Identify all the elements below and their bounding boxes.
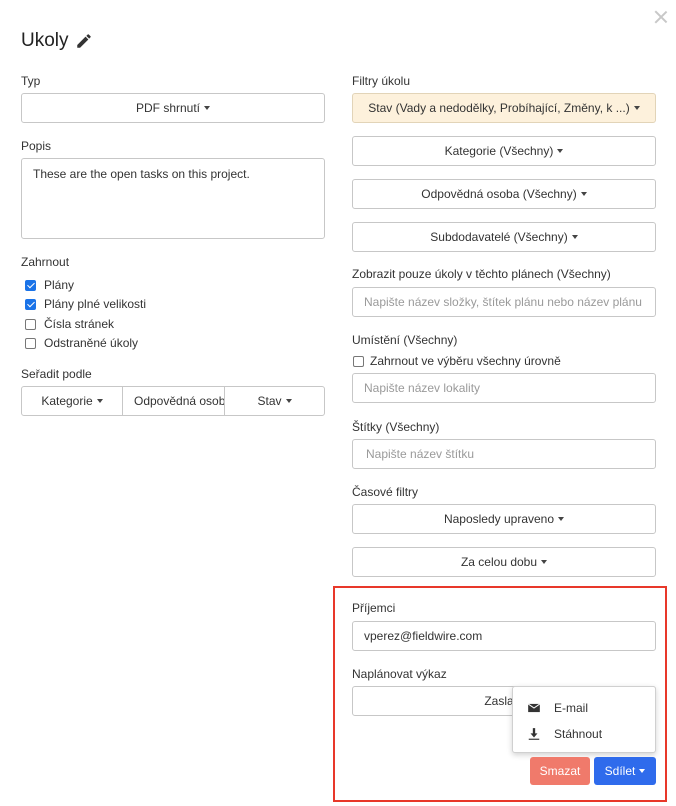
last-updated-dropdown[interactable]: Naposledy upraveno [352, 504, 656, 534]
caret-down-icon [639, 769, 646, 773]
close-icon[interactable] [652, 8, 670, 26]
caret-down-icon [633, 106, 640, 110]
tags-input[interactable]: Napište název štítku [352, 439, 656, 469]
checkbox-label: Plány [44, 278, 75, 292]
location-label: Umístění (Všechny) [352, 333, 458, 347]
include-option-page-numbers[interactable]: Čísla stránek [25, 317, 114, 331]
task-filters-label: Filtry úkolu [352, 74, 411, 88]
time-range-dropdown[interactable]: Za celou dobu [352, 547, 656, 577]
caret-down-icon [285, 399, 292, 403]
sort-status-button[interactable]: Stav [224, 386, 325, 416]
description-label: Popis [21, 139, 52, 153]
sort-category-label: Kategorie [41, 394, 93, 408]
checkbox-label: Plány plné velikosti [44, 297, 147, 311]
page-title-text: Ukoly [21, 30, 69, 51]
download-icon [528, 728, 540, 740]
schedule-label: Naplánovat výkaz [352, 667, 447, 681]
sort-category-button[interactable]: Kategorie [21, 386, 123, 416]
location-include-all-option[interactable]: Zahrnout ve výběru všechny úrovně [353, 354, 561, 368]
recipients-label: Příjemci [352, 601, 396, 615]
share-menu-item-email[interactable]: E-mail [513, 695, 655, 721]
share-menu-item-download[interactable]: Stáhnout [513, 721, 655, 747]
plans-filter-input[interactable]: Napište název složky, štítek plánu nebo … [352, 287, 656, 317]
location-input[interactable]: Napište název lokality [352, 373, 656, 403]
caret-down-icon [541, 560, 548, 564]
responsible-filter-dropdown[interactable]: Odpovědná osoba (Všechny) [352, 179, 656, 209]
status-filter-value: Stav (Vady a nedodělky, Probíhající, Změ… [368, 101, 630, 115]
tags-label: Štítky (Všechny) [352, 420, 440, 434]
share-button-label: Sdílet [604, 764, 636, 778]
subcontractors-filter-dropdown[interactable]: Subdodavatelé (Všechny) [352, 222, 656, 252]
share-menu-item-label: E-mail [554, 701, 589, 715]
last-updated-value: Naposledy upraveno [443, 512, 555, 526]
time-filters-label: Časové filtry [352, 485, 419, 499]
checkbox-unchecked[interactable] [353, 355, 364, 367]
caret-down-icon [558, 517, 565, 521]
checkbox-unchecked[interactable] [25, 337, 36, 349]
include-label: Zahrnout [21, 255, 70, 269]
subcontractors-filter-value: Subdodavatelé (Všechny) [430, 230, 568, 244]
sort-label: Seřadit podle [21, 367, 92, 381]
envelope-icon [527, 703, 541, 713]
delete-button-label: Smazat [539, 764, 581, 778]
include-option-plans[interactable]: Plány [25, 278, 74, 292]
type-label: Typ [21, 74, 41, 88]
responsible-filter-value: Odpovědná osoba (Všechny) [421, 187, 577, 201]
edit-pencil-icon[interactable] [75, 32, 93, 50]
include-option-deleted-tasks[interactable]: Odstraněné úkoly [25, 336, 138, 350]
status-filter-dropdown[interactable]: Stav (Vady a nedodělky, Probíhající, Změ… [352, 93, 656, 123]
share-button[interactable]: Sdílet [594, 757, 656, 785]
delete-button[interactable]: Smazat [530, 757, 590, 785]
description-textarea[interactable]: These are the open tasks on this project… [21, 158, 325, 239]
type-dropdown[interactable]: PDF shrnutí [21, 93, 325, 123]
sort-status-label: Stav [257, 394, 282, 408]
share-dropdown-menu: E-mail Stáhnout [512, 686, 656, 753]
share-menu-item-label: Stáhnout [554, 727, 603, 741]
category-filter-dropdown[interactable]: Kategorie (Všechny) [352, 136, 656, 166]
checkbox-checked[interactable] [25, 279, 36, 291]
caret-down-icon [204, 106, 211, 110]
caret-down-icon [96, 399, 103, 403]
checkbox-unchecked[interactable] [25, 318, 36, 330]
type-dropdown-value: PDF shrnutí [135, 101, 201, 115]
checkbox-label: Odstraněné úkoly [44, 336, 139, 350]
time-range-value: Za celou dobu [460, 555, 538, 569]
caret-down-icon [571, 235, 578, 239]
recipients-input[interactable]: vperez@fieldwire.com [352, 621, 656, 651]
category-filter-value: Kategorie (Všechny) [444, 144, 554, 158]
caret-down-icon [580, 192, 587, 196]
page-title: Ukoly [21, 30, 93, 52]
checkbox-label: Čísla stránek [44, 317, 115, 331]
checkbox-checked[interactable] [25, 298, 36, 310]
plans-filter-label: Zobrazit pouze úkoly v těchto plánech (V… [352, 267, 611, 281]
include-option-full-size-plans[interactable]: Plány plné velikosti [25, 297, 146, 311]
caret-down-icon [557, 149, 564, 153]
sort-responsible-button[interactable]: Odpovědná osoba [122, 386, 225, 416]
sort-responsible-label: Odpovědná osoba [134, 394, 225, 408]
checkbox-label: Zahrnout ve výběru všechny úrovně [370, 354, 561, 368]
